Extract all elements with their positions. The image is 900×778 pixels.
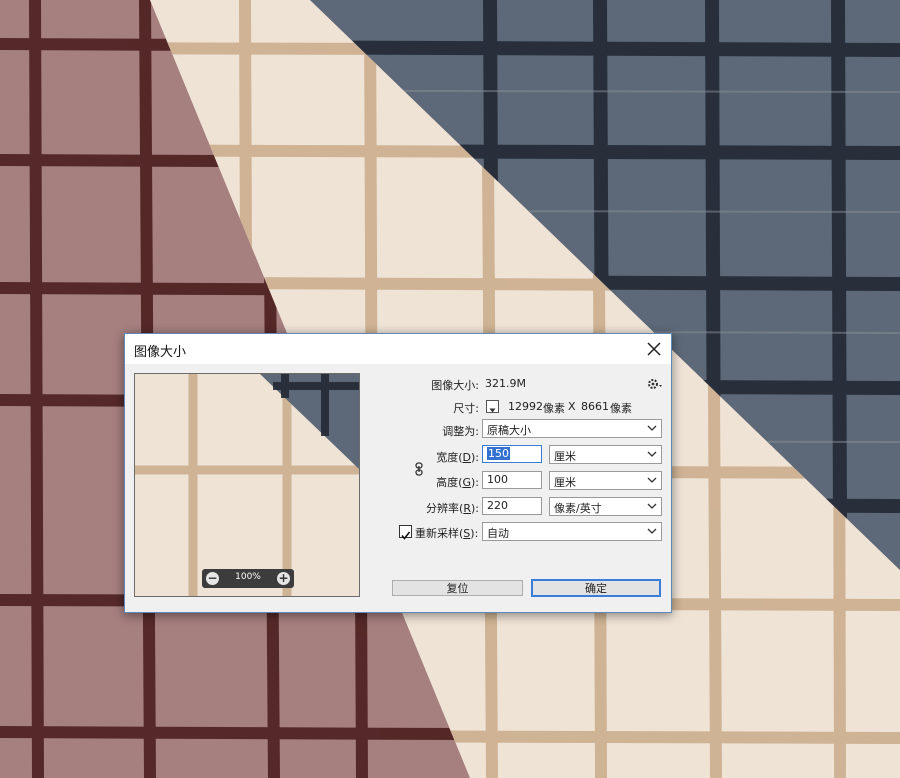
chain-link-icon[interactable]	[415, 461, 423, 476]
height-label: 高度(G):	[436, 476, 479, 489]
image-preview[interactable]: − 100% +	[134, 373, 360, 597]
width-unit-value: 厘米	[554, 450, 576, 463]
chevron-down-icon	[647, 451, 657, 457]
dimensions-width: 12992	[508, 400, 543, 413]
image-size-value: 321.9M	[485, 377, 526, 390]
fit-to-label: 调整为:	[442, 425, 479, 438]
dimensions-unit: 像素	[543, 402, 565, 415]
resample-method-select[interactable]: 自动	[482, 522, 662, 541]
resample-label: 重新采样(S):	[415, 527, 479, 540]
resolution-value: 220	[487, 499, 508, 512]
fit-to-value: 原稿大小	[487, 424, 531, 437]
gear-icon[interactable]	[647, 376, 663, 390]
height-unit-select[interactable]: 厘米	[549, 471, 662, 490]
width-unit-select[interactable]: 厘米	[549, 445, 662, 464]
checkmark-icon	[401, 531, 411, 540]
resolution-label: 分辨率(R):	[426, 502, 479, 515]
close-icon[interactable]	[637, 334, 671, 364]
dialog-titlebar: 图像大小	[125, 334, 671, 364]
resample-checkbox[interactable]	[399, 525, 412, 540]
preview-zoom-value: 100%	[235, 572, 261, 582]
height-input[interactable]: 100	[482, 471, 542, 489]
dimensions-separator: X	[568, 400, 576, 413]
chevron-down-icon	[647, 503, 657, 509]
resolution-unit-value: 像素/英寸	[554, 502, 602, 515]
width-value: 150	[487, 447, 510, 460]
dialog-title: 图像大小	[134, 345, 187, 360]
resample-method-value: 自动	[487, 527, 509, 540]
dimensions-label: 尺寸:	[453, 402, 479, 415]
width-input[interactable]: 150	[482, 445, 542, 463]
chevron-down-icon	[647, 425, 657, 431]
height-unit-value: 厘米	[554, 476, 576, 489]
dimensions-unit-toggle[interactable]	[486, 400, 499, 413]
ok-button[interactable]: 确定	[531, 579, 661, 597]
reset-button[interactable]: 复位	[392, 580, 523, 596]
preview-zoom-bar: − 100% +	[202, 569, 294, 588]
height-value: 100	[487, 473, 508, 486]
dimensions-unit: 像素	[610, 402, 632, 415]
fit-to-select[interactable]: 原稿大小	[482, 419, 662, 438]
chevron-down-icon	[647, 528, 657, 534]
width-label: 宽度(D):	[436, 451, 479, 464]
chevron-down-icon	[647, 477, 657, 483]
zoom-out-icon[interactable]: −	[206, 572, 219, 585]
zoom-in-icon[interactable]: +	[277, 572, 290, 585]
resolution-input[interactable]: 220	[482, 497, 542, 515]
resolution-unit-select[interactable]: 像素/英寸	[549, 497, 662, 516]
dimensions-height: 8661	[581, 400, 609, 413]
image-size-label: 图像大小:	[431, 379, 479, 392]
image-size-dialog: 图像大小 − 100% + 图像大小: 321.9M 尺寸: 12992 像素 …	[124, 333, 672, 613]
